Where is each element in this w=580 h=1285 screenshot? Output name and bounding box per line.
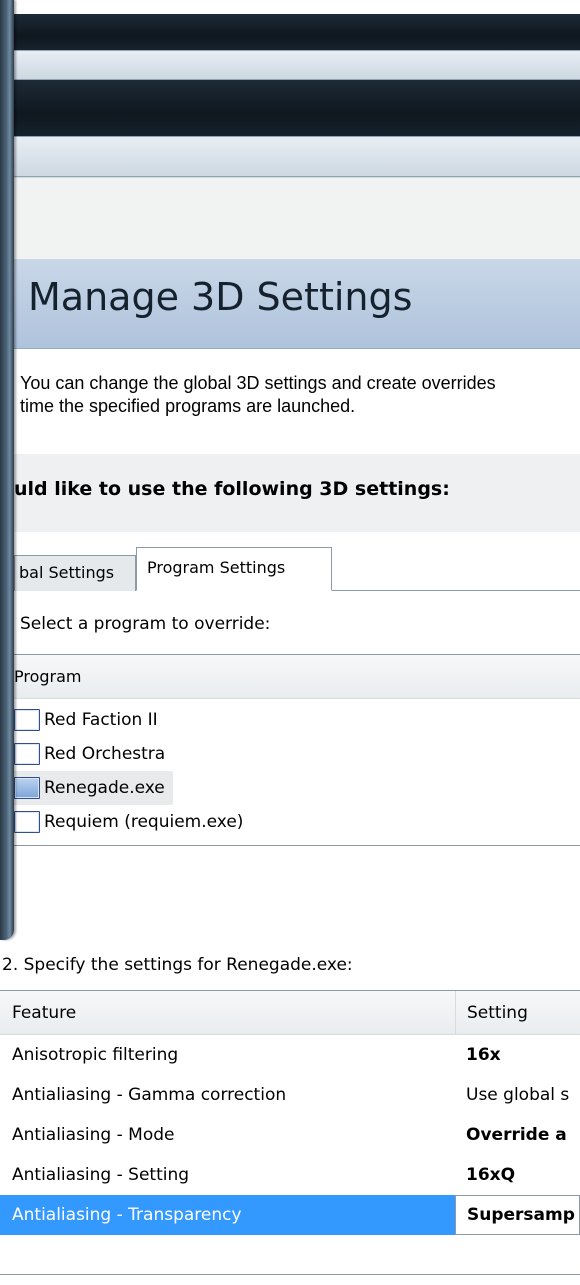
setting-cell[interactable]: 16xQ [455, 1155, 580, 1195]
tab-program-settings[interactable]: Program Settings [136, 547, 332, 591]
window-frame-edge [0, 0, 14, 940]
page-description: You can change the global 3D settings an… [20, 372, 580, 418]
table-row[interactable]: Antialiasing - Gamma correction Use glob… [0, 1075, 580, 1115]
program-icon [14, 709, 40, 731]
table-header: Feature Setting [0, 991, 580, 1035]
navigation-bar[interactable] [14, 136, 580, 177]
feature-column-header[interactable]: Feature [0, 1003, 455, 1023]
program-item-red-faction-ii[interactable]: Red Faction II [14, 703, 166, 737]
setting-column-header[interactable]: Setting [455, 991, 580, 1034]
table-row[interactable]: Antialiasing - Setting 16xQ [0, 1155, 580, 1195]
description-line: time the specified programs are launched… [20, 396, 356, 416]
feature-cell: Antialiasing - Setting [12, 1165, 190, 1185]
nvidia-control-panel: Manage 3D Settings You can change the gl… [0, 0, 580, 1285]
section-band: uld like to use the following 3D setting… [14, 454, 580, 532]
program-item-label: Red Orchestra [44, 744, 166, 764]
feature-cell: Antialiasing - Mode [12, 1125, 175, 1145]
table-row[interactable]: Anisotropic filtering 16x [0, 1035, 580, 1075]
title-bar[interactable] [14, 14, 580, 50]
program-item-requiem[interactable]: Requiem (requiem.exe) [14, 805, 251, 839]
setting-cell[interactable]: Override a [455, 1115, 580, 1155]
program-item-red-orchestra[interactable]: Red Orchestra [14, 737, 173, 771]
setting-cell[interactable]: Use global s [455, 1075, 580, 1115]
program-column-header[interactable]: Program [14, 655, 580, 699]
program-icon [14, 743, 40, 765]
program-icon [14, 777, 40, 799]
page-banner: Manage 3D Settings [14, 259, 580, 349]
tab-global-settings[interactable]: bal Settings [14, 555, 136, 591]
program-item-label: Renegade.exe [44, 778, 165, 798]
window-header-bar [14, 80, 580, 136]
feature-cell: Anisotropic filtering [12, 1045, 179, 1065]
setting-cell[interactable]: 16x [455, 1035, 580, 1075]
program-icon [14, 811, 40, 833]
program-select-prompt: Select a program to override: [20, 614, 271, 634]
feature-settings-table[interactable]: Feature Setting Anisotropic filtering 16… [0, 990, 580, 1275]
tab-strip: bal Settings Program Settings [14, 547, 580, 591]
toolbar-area [14, 177, 580, 259]
program-item-label: Requiem (requiem.exe) [44, 812, 244, 832]
table-row[interactable]: Antialiasing - Mode Override a [0, 1115, 580, 1155]
feature-cell: Antialiasing - Transparency [0, 1195, 455, 1235]
table-row-selected[interactable]: Antialiasing - Transparency Supersamp [0, 1195, 580, 1235]
program-item-label: Red Faction II [44, 710, 158, 730]
program-item-renegade[interactable]: Renegade.exe [14, 771, 173, 805]
feature-cell: Antialiasing - Gamma correction [12, 1085, 287, 1105]
setting-dropdown[interactable]: Supersamp [455, 1195, 580, 1235]
settings-step-label: 2. Specify the settings for Renegade.exe… [2, 955, 353, 975]
menu-bar[interactable] [14, 50, 580, 80]
program-list[interactable]: Program Red Faction II Red Orchestra Ren… [14, 654, 580, 846]
page-title: Manage 3D Settings [28, 275, 413, 319]
section-heading: uld like to use the following 3D setting… [14, 478, 450, 500]
description-line: You can change the global 3D settings an… [20, 373, 496, 393]
program-items: Red Faction II Red Orchestra Renegade.ex… [14, 699, 580, 839]
